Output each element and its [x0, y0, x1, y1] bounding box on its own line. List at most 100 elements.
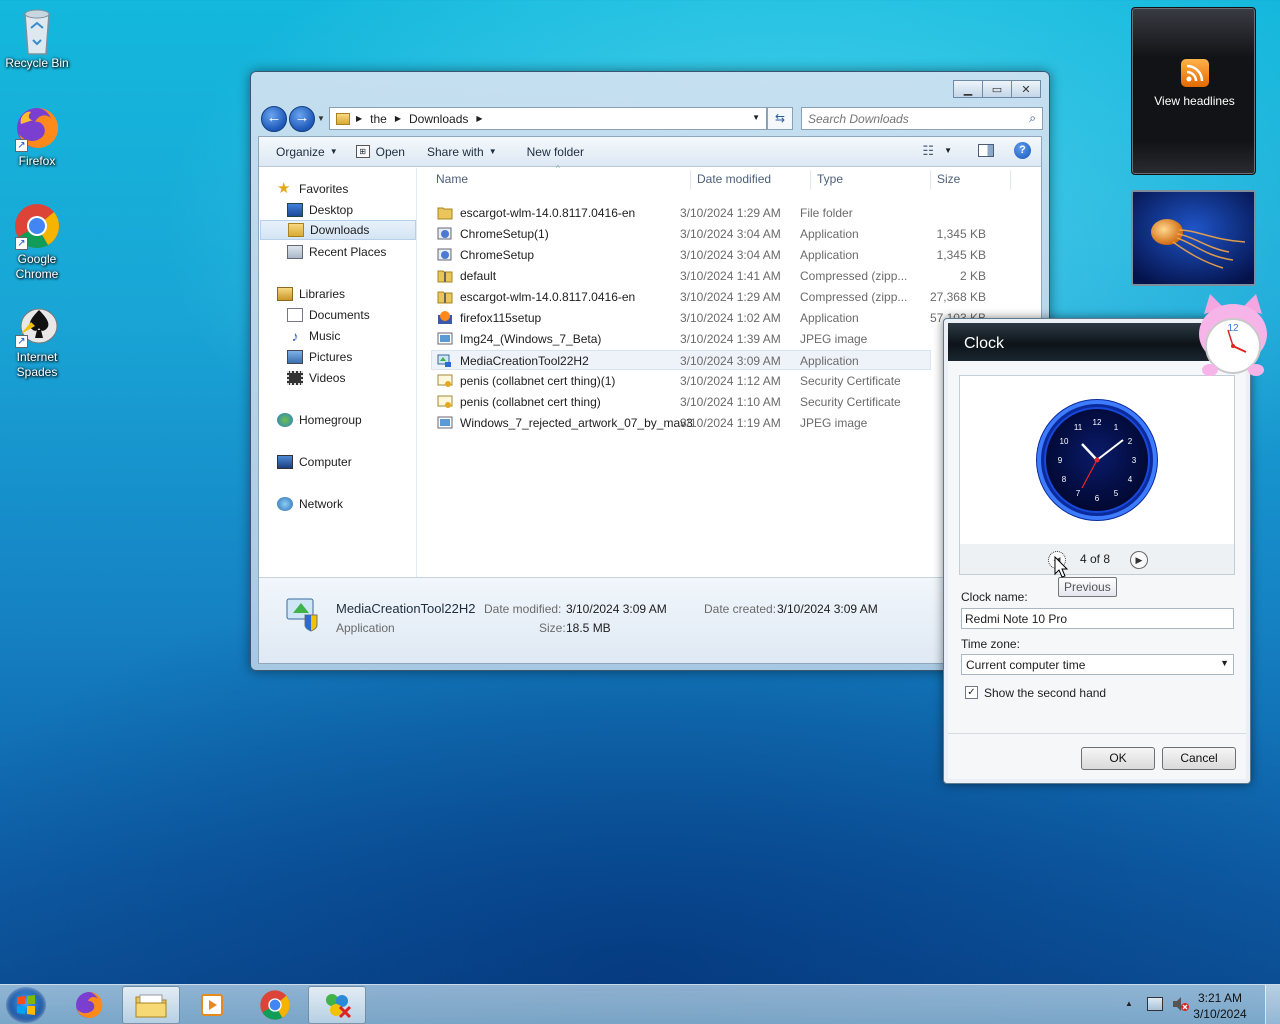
- file-row[interactable]: MediaCreationTool22H2 3/10/2024 3:09 AM Ap…: [431, 350, 931, 370]
- recycle-bin-icon: [13, 6, 61, 55]
- file-row[interactable]: ChromeSetup 3/10/2024 3:04 AM Application 1…: [432, 245, 1012, 265]
- file-date-modified: 3/10/2024 1:19 AM: [680, 416, 781, 430]
- taskbar-firefox[interactable]: [60, 986, 118, 1024]
- view-headlines-link[interactable]: View headlines: [1132, 94, 1257, 108]
- file-row[interactable]: Img24_(Windows_7_Beta) 3/10/2024 1:39 AM J…: [432, 329, 1012, 349]
- column-divider[interactable]: [930, 170, 931, 190]
- file-type: Compressed (zipp...: [800, 290, 908, 304]
- breadcrumb-item-the[interactable]: the: [370, 112, 387, 126]
- column-divider[interactable]: [690, 170, 691, 190]
- svg-text:10: 10: [1060, 437, 1069, 446]
- address-bar[interactable]: ▶ the ▶ Downloads ▶ ▼: [329, 107, 767, 130]
- nav-recent-places[interactable]: Recent Places: [287, 242, 415, 262]
- recent-pages-dropdown[interactable]: ▼: [317, 114, 325, 123]
- change-view-icon[interactable]: ☷: [922, 143, 934, 159]
- start-button[interactable]: [6, 987, 46, 1023]
- refresh-button[interactable]: ⇆: [767, 107, 793, 130]
- clock-face-icon: 12 12 3 45 6 78 9 10 11: [1036, 399, 1158, 521]
- time-zone-select[interactable]: Current computer time ▼: [961, 654, 1234, 675]
- show-desktop-button[interactable]: [1265, 985, 1280, 1024]
- column-header-name[interactable]: Name: [436, 172, 468, 190]
- taskbar-chrome[interactable]: [246, 986, 304, 1024]
- search-input[interactable]: [808, 109, 1018, 129]
- back-button[interactable]: ←: [261, 106, 287, 132]
- desktop-icon-firefox[interactable]: ↗ Firefox: [4, 104, 70, 169]
- ok-button[interactable]: OK: [1081, 747, 1155, 770]
- open-icon: ⊞: [355, 145, 370, 158]
- nav-downloads[interactable]: Downloads: [260, 220, 416, 240]
- organize-button[interactable]: Organize ▼: [267, 137, 347, 166]
- file-row[interactable]: penis (collabnet cert thing) 3/10/2024 1:…: [432, 392, 1012, 412]
- taskbar-gadgets[interactable]: [308, 986, 366, 1024]
- cancel-button[interactable]: Cancel: [1162, 747, 1236, 770]
- organize-label: Organize: [276, 144, 325, 159]
- column-header-size[interactable]: Size: [937, 172, 960, 190]
- file-name: Img24_(Windows_7_Beta): [460, 332, 602, 346]
- spades-icon: ↗: [13, 300, 61, 348]
- help-icon[interactable]: ?: [1014, 142, 1031, 159]
- taskbar-media-player[interactable]: [184, 986, 242, 1024]
- rss-feed-gadget[interactable]: View headlines: [1131, 7, 1256, 175]
- file-type: Application: [800, 248, 859, 262]
- view-dropdown-icon[interactable]: ▼: [944, 146, 952, 155]
- file-name: escargot-wlm-14.0.8117.0416-en: [460, 206, 636, 220]
- mouse-cursor-icon: [1054, 556, 1069, 578]
- preview-pane-icon[interactable]: [978, 144, 994, 157]
- show-hidden-icons-button[interactable]: ▲: [1125, 999, 1133, 1008]
- close-button[interactable]: ✕: [1011, 80, 1041, 98]
- taskbar-clock[interactable]: 3:21 AM 3/10/2024: [1185, 990, 1255, 1022]
- clock-gadget[interactable]: 12: [1192, 292, 1274, 382]
- column-header-type[interactable]: Type: [817, 172, 843, 190]
- nav-pictures[interactable]: Pictures: [287, 347, 415, 367]
- desktop-icon-recycle-bin[interactable]: Recycle Bin: [4, 6, 70, 71]
- slideshow-gadget[interactable]: [1131, 190, 1256, 286]
- minimize-button[interactable]: ▁: [953, 80, 983, 98]
- file-row[interactable]: firefox115setup 3/10/2024 1:02 AM Applicat…: [432, 308, 1012, 328]
- nav-videos[interactable]: Videos: [287, 368, 415, 388]
- nav-documents[interactable]: Documents: [287, 305, 415, 325]
- refresh-icon: ⇆: [774, 111, 786, 125]
- nav-label: Favorites: [299, 182, 349, 196]
- nav-label: Desktop: [309, 203, 354, 217]
- desktop-icon-chrome[interactable]: ↗ Google Chrome: [4, 202, 70, 282]
- file-row[interactable]: default 3/10/2024 1:41 AM Compressed (zipp…: [432, 266, 1012, 286]
- desktop-icon-internet-spades[interactable]: ↗ Internet Spades: [4, 300, 70, 380]
- nav-favorites[interactable]: ★ Favorites: [277, 179, 407, 199]
- clock-name-field[interactable]: Redmi Note 10 Pro: [961, 608, 1234, 629]
- column-divider[interactable]: [810, 170, 811, 190]
- nav-network[interactable]: Network: [277, 494, 415, 514]
- open-button[interactable]: ⊞ Open: [347, 137, 414, 166]
- nav-desktop[interactable]: Desktop: [287, 200, 415, 220]
- taskbar-explorer[interactable]: [122, 986, 180, 1024]
- nav-homegroup[interactable]: Homegroup: [277, 410, 415, 430]
- nav-libraries[interactable]: Libraries: [277, 284, 415, 304]
- next-clock-button[interactable]: ▶: [1130, 551, 1148, 569]
- file-row[interactable]: Windows_7_rejected_artwork_07_by_mav3 3/1…: [432, 413, 1012, 433]
- maximize-button[interactable]: ▭: [982, 80, 1012, 98]
- file-row[interactable]: ChromeSetup(1) 3/10/2024 3:04 AM Applicati…: [432, 224, 1012, 244]
- network-tray-icon[interactable]: [1147, 997, 1163, 1011]
- clock-settings-dialog[interactable]: Clock 12 1 2 345 678 9 10 11 4 of 8 ▶ Cl…: [943, 318, 1251, 784]
- file-row[interactable]: escargot-wlm-14.0.8117.0416-en 3/10/2024 …: [432, 287, 1012, 307]
- taskbar: ▲ 3:21 AM 3/10/2024: [0, 984, 1280, 1024]
- desktop-icon: [287, 203, 303, 217]
- explorer-window[interactable]: ▁ ▭ ✕ ← → ▼ ▶ the ▶ Downloads ▶ ▼ ⇆ ⌕ Or…: [250, 71, 1050, 671]
- breadcrumb-item-downloads[interactable]: Downloads: [409, 112, 468, 126]
- command-bar: Organize ▼ ⊞ Open Share with ▼ New folder ☷…: [259, 137, 1041, 167]
- chrome-icon: [260, 990, 290, 1020]
- share-with-button[interactable]: Share with ▼: [418, 137, 506, 166]
- file-date-modified: 3/10/2024 1:39 AM: [680, 332, 781, 346]
- second-hand-checkbox[interactable]: ✓: [965, 686, 978, 699]
- column-header-date-modified[interactable]: Date modified: [697, 172, 771, 190]
- address-dropdown-icon[interactable]: ▼: [752, 113, 760, 122]
- svg-text:8: 8: [1062, 475, 1067, 484]
- nav-music[interactable]: ♪ Music: [287, 326, 415, 346]
- forward-button[interactable]: →: [289, 106, 315, 132]
- file-type: JPEG image: [800, 416, 868, 430]
- file-row[interactable]: escargot-wlm-14.0.8117.0416-en 3/10/2024 …: [432, 203, 1012, 223]
- file-row[interactable]: penis (collabnet cert thing)(1) 3/10/2024…: [432, 371, 1012, 391]
- nav-computer[interactable]: Computer: [277, 452, 415, 472]
- search-box[interactable]: ⌕: [801, 107, 1043, 130]
- column-divider[interactable]: [1010, 170, 1011, 190]
- new-folder-button[interactable]: New folder: [518, 137, 593, 166]
